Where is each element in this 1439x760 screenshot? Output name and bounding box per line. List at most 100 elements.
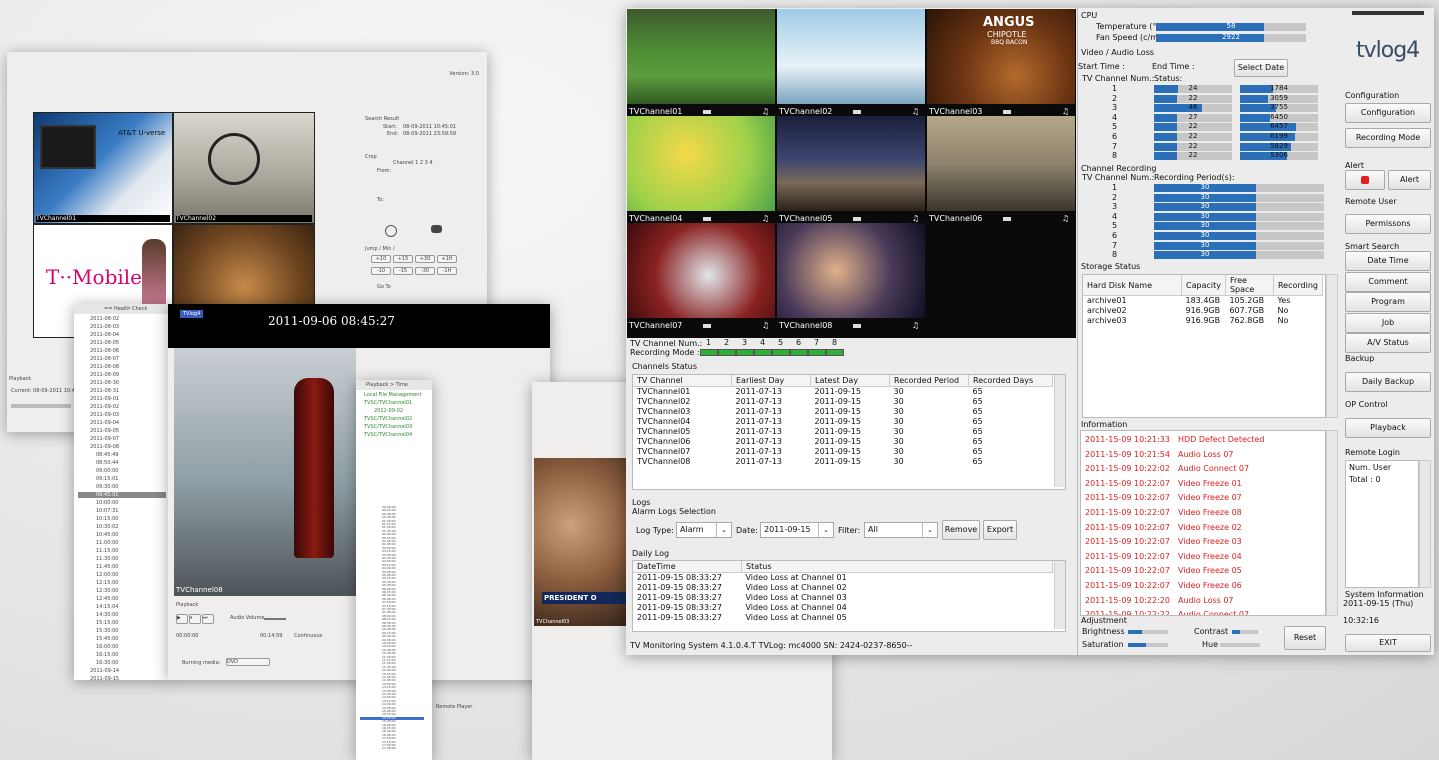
time-tree-item[interactable]: 12:00:00 xyxy=(78,572,166,578)
time-tree-item[interactable]: 11:00:00 xyxy=(78,540,166,546)
time-tree-item[interactable]: 08:50:44 xyxy=(78,460,166,466)
play-button[interactable]: ▶ xyxy=(176,614,188,624)
time-tree-item[interactable]: 10:15:00 xyxy=(78,516,166,522)
comment-button[interactable]: Comment xyxy=(1345,272,1431,292)
bike-rider-image xyxy=(208,133,260,185)
date-tree-item[interactable]: 2011-09-14 xyxy=(90,668,119,674)
alert-button[interactable]: Alert xyxy=(1388,170,1431,190)
jump-button[interactable]: -1H xyxy=(437,267,457,275)
date-tree-item[interactable]: 2011-09-01 xyxy=(90,396,119,402)
date-tree-item[interactable]: 2011-09-08 xyxy=(90,444,119,450)
time-tree-item[interactable]: 14:15:04 xyxy=(78,604,166,610)
crop-icon[interactable] xyxy=(385,225,397,237)
time-tree-item[interactable]: 15:30:00 xyxy=(78,628,166,634)
time-tree-item[interactable]: 12:30:00 xyxy=(78,588,166,594)
time-tree-item[interactable]: 10:30:02 xyxy=(78,524,166,530)
time-tree-item[interactable]: 10:07:31 xyxy=(78,508,166,514)
time-tree-item[interactable]: 14:30:00 xyxy=(78,612,166,618)
date-tree-item[interactable]: 2011-09-04 xyxy=(90,420,119,426)
jump-label: Jump / Min / xyxy=(365,246,395,252)
configuration-button[interactable]: Configuration xyxy=(1345,103,1431,123)
continuous-checkbox[interactable]: Continuous xyxy=(294,633,322,639)
jump-button[interactable]: +30 xyxy=(415,255,435,263)
date-tree-item[interactable]: 2011-08-07 xyxy=(90,356,119,362)
av-status-button[interactable]: A/V Status xyxy=(1345,333,1431,353)
time-tree-item[interactable]: 11:30:00 xyxy=(78,556,166,562)
remote-video-frame: PRESIDENT O TVChannel03 xyxy=(534,458,630,626)
time-tree-item[interactable]: 09:45:01 xyxy=(78,492,166,498)
remote-login-list[interactable]: Num. User Total : 0 xyxy=(1345,460,1419,588)
date-tree-item[interactable]: 2011-08-06 xyxy=(90,348,119,354)
daily-backup-button[interactable]: Daily Backup xyxy=(1345,372,1431,392)
time-tree-item[interactable]: 16:00:00 xyxy=(78,644,166,650)
date-tree-item[interactable]: 2011-08-02 xyxy=(90,316,119,322)
goto-label: Go To xyxy=(377,284,391,290)
time-tree-item[interactable]: 16:15:00 xyxy=(78,652,166,658)
job-button[interactable]: Job xyxy=(1345,313,1431,333)
time-tree-item[interactable]: 10:00:00 xyxy=(78,500,166,506)
playback-label: Playback xyxy=(9,376,32,382)
date-tree-item[interactable]: 2011-08-05 xyxy=(90,340,119,346)
date-time-button[interactable]: Date Time xyxy=(1345,251,1431,271)
start-value: 08-09-2011 10:45:01 xyxy=(403,124,457,130)
date-tree-item[interactable]: 2011-08-30 xyxy=(90,380,119,386)
jump-button[interactable]: +10 xyxy=(371,255,391,263)
time-tree-item[interactable]: 16:30:00 xyxy=(78,660,166,666)
file-tree-item[interactable]: Local File Management xyxy=(364,392,421,398)
video-tile-2[interactable]: TVChannel02 xyxy=(174,113,314,223)
time-tree-item[interactable]: 15:15:00 xyxy=(78,620,166,626)
file-tree-item[interactable]: TVSC/TVChannel02 xyxy=(364,416,412,422)
program-button[interactable]: Program xyxy=(1345,292,1431,312)
time-start: 00:00:00 xyxy=(176,633,199,639)
permissions-button[interactable]: Permissons xyxy=(1345,214,1431,234)
jump-button[interactable]: +1H xyxy=(437,255,457,263)
file-tree-item[interactable]: TVSC/TVChannel03 xyxy=(364,424,412,430)
time-tree-item[interactable]: 09:30:00 xyxy=(78,484,166,490)
time-list-item[interactable]: 17:45:00 xyxy=(360,747,424,750)
time-tree-item[interactable]: 15:45:00 xyxy=(78,636,166,642)
op-control-section-label: OP Control xyxy=(1345,400,1388,409)
step-button[interactable]: ⏭ xyxy=(202,614,214,624)
smart-search-section-label: Smart Search xyxy=(1345,242,1400,251)
date-tree-item[interactable]: 2011-08-08 xyxy=(90,364,119,370)
time-tree-item[interactable]: 11:15:00 xyxy=(78,548,166,554)
jump-button[interactable]: -30 xyxy=(415,267,435,275)
date-tree-item[interactable]: 2011-09-02 xyxy=(90,404,119,410)
time-tree-item[interactable]: 10:45:00 xyxy=(78,532,166,538)
playback-slider[interactable] xyxy=(11,404,71,408)
date-tree-item[interactable]: 2011-09-07 xyxy=(90,436,119,442)
time-tree-item[interactable]: 09:00:00 xyxy=(78,468,166,474)
date-tree-item[interactable]: 2011-08-09 xyxy=(90,372,119,378)
health-check-window: == Health Check 2011-08-02 2011-08-03 2011… xyxy=(74,304,170,682)
jump-button[interactable]: -15 xyxy=(393,267,413,275)
tv-monitoring-main-window: TVChannel01 ♫ TVChannel02 ♫ ANGUS CHIPOTLE BBQ… xyxy=(626,8,1434,655)
playback-button[interactable]: Playback xyxy=(1345,418,1431,438)
date-tree-item[interactable]: 2011-08-31 xyxy=(90,388,119,394)
jump-button[interactable]: +15 xyxy=(393,255,413,263)
time-tree-item[interactable]: 11:45:00 xyxy=(78,564,166,570)
date-tree-item[interactable]: 2011-08-03 xyxy=(90,324,119,330)
time-tree-item[interactable]: 08:45:49 xyxy=(78,452,166,458)
date-tree-item[interactable]: 2011-08-04 xyxy=(90,332,119,338)
ad-text: AT&T U-verse xyxy=(118,129,166,137)
remote-login-scrollbar[interactable] xyxy=(1419,460,1431,588)
date-tree-item[interactable]: 2011-09-15 xyxy=(90,676,119,682)
pause-button[interactable]: ⏸ xyxy=(189,614,201,624)
time-tree-item[interactable]: 12:15:00 xyxy=(78,580,166,586)
exit-button[interactable]: EXIT xyxy=(1345,634,1431,652)
jump-button[interactable]: -10 xyxy=(371,267,391,275)
date-tree-item[interactable]: 2011-09-05 xyxy=(90,428,119,434)
burning-media-select[interactable]: DVD xyxy=(226,658,270,666)
video-tile-1[interactable]: AT&T U-verse TVChannel01 xyxy=(34,113,172,223)
president-banner: PRESIDENT O xyxy=(542,592,630,604)
file-tree-item[interactable]: 2011-09-02 xyxy=(374,408,403,414)
alert-indicator[interactable] xyxy=(1345,170,1385,190)
gamepad-icon[interactable] xyxy=(431,225,442,233)
time-tree-item[interactable]: 09:15:01 xyxy=(78,476,166,482)
date-tree-item[interactable]: 2011-09-03 xyxy=(90,412,119,418)
file-tree-item[interactable]: TVSC/TVChannel04 xyxy=(364,432,412,438)
file-tree-item[interactable]: TVSC/TVChannel01 xyxy=(364,400,412,406)
audio-volume-slider[interactable] xyxy=(264,618,286,620)
time-tree-item[interactable]: 12:45:00 xyxy=(78,596,166,602)
recording-mode-button[interactable]: Recording Mode xyxy=(1345,128,1431,148)
